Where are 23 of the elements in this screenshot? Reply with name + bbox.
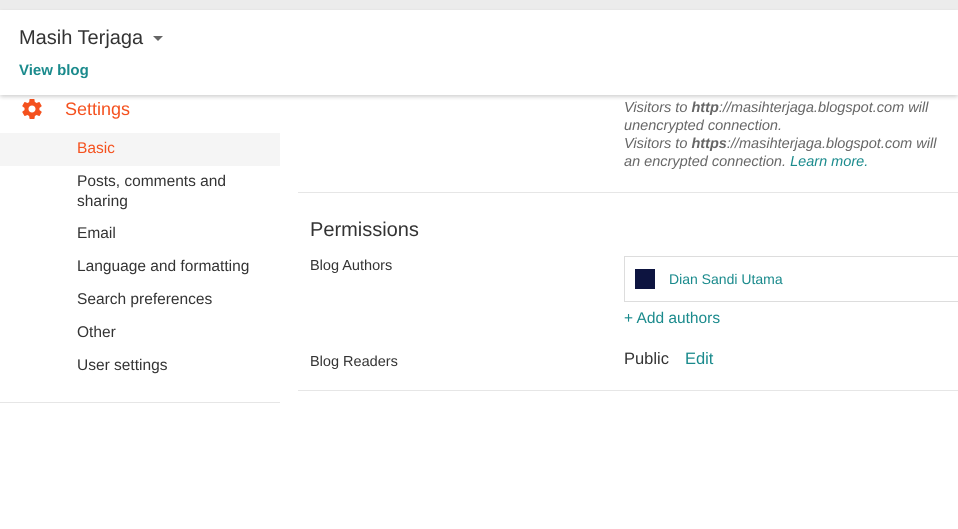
- https-note-line: Visitors to https://masihterjaga.blogspot.com will: [624, 135, 936, 153]
- readers-value: Public: [624, 350, 669, 368]
- learn-more-link[interactable]: Learn more.: [790, 154, 868, 170]
- blog-authors-label: Blog Authors: [310, 257, 394, 276]
- sidebar-item[interactable]: Other: [0, 317, 280, 350]
- https-note-line: Visitors to http://masihterjaga.blogspot.com will: [624, 99, 928, 117]
- sidebar-item[interactable]: Search preferences: [0, 284, 280, 317]
- https-note-line: an encrypted connection. Learn more.: [624, 153, 868, 171]
- https-note-line: unencrypted connection.: [624, 117, 782, 135]
- gear-icon: [20, 97, 44, 121]
- sidebar-item[interactable]: Language and formatting: [0, 251, 280, 284]
- add-authors-link[interactable]: + Add authors: [624, 310, 720, 328]
- sidebar-item[interactable]: Email: [0, 218, 280, 251]
- sidebar-item[interactable]: User settings: [0, 350, 280, 383]
- author-name[interactable]: Dian Sandi Utama: [669, 271, 783, 287]
- blog-readers-label: Blog Readers: [310, 353, 399, 370]
- edit-link[interactable]: Edit: [684, 350, 714, 368]
- view-blog-link[interactable]: View blog: [19, 62, 89, 79]
- caret-icon[interactable]: [153, 36, 164, 41]
- blog-title[interactable]: Masih Terjaga: [19, 27, 144, 50]
- avatar-icon: [635, 269, 655, 289]
- permissions-title: Permissions: [310, 219, 420, 242]
- sidebar-item[interactable]: Posts, comments and sharing: [0, 166, 280, 218]
